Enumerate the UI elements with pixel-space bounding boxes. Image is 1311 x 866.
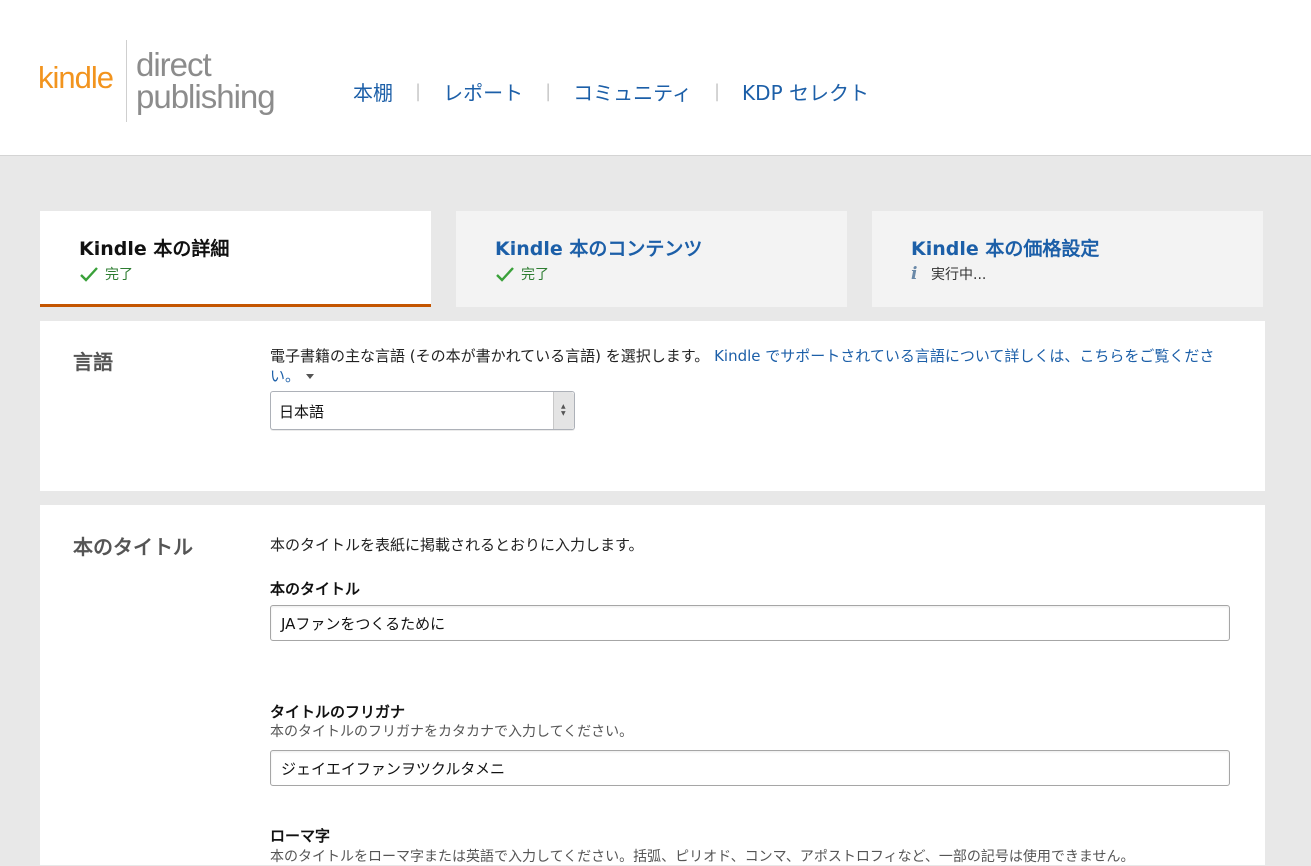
status-text: 実行中... — [931, 267, 987, 283]
logo-kindle-text: kindle — [38, 60, 114, 95]
furigana-hint: 本のタイトルのフリガナをカタカナで入力してください。 — [270, 724, 634, 740]
book-title-label: 本のタイトル — [270, 580, 361, 598]
select-arrows-icon: ▲ ▼ — [553, 392, 574, 429]
step-status: 完了 — [495, 264, 549, 284]
status-text: 完了 — [105, 267, 133, 283]
language-section: 言語 電子書籍の主な言語 (その本が書かれている言語) を選択します。 Kind… — [40, 321, 1265, 491]
language-description-text: 電子書籍の主な言語 (その本が書かれている言語) を選択します。 — [270, 347, 710, 365]
kdp-logo[interactable]: kindle direct publishing — [38, 40, 288, 122]
check-icon — [496, 267, 514, 282]
top-header: kindle direct publishing 本棚 | レポート | コミュ… — [0, 0, 1311, 156]
nav-separator: | — [545, 81, 552, 102]
language-description: 電子書籍の主な言語 (その本が書かれている言語) を選択します。 Kindle … — [270, 346, 1230, 386]
step-tab-details[interactable]: Kindle 本の詳細 完了 — [40, 211, 431, 307]
nav-separator: | — [415, 81, 422, 102]
step-title: Kindle 本の価格設定 — [911, 238, 1100, 260]
romaji-hint: 本のタイトルをローマ字または英語で入力してください。括弧、ピリオド、コンマ、アポ… — [270, 849, 1135, 865]
step-tab-pricing[interactable]: Kindle 本の価格設定 i 実行中... — [872, 211, 1263, 307]
caret-down-icon[interactable] — [306, 374, 315, 379]
book-title-section: 本のタイトル 本のタイトルを表紙に掲載されるとおりに入力します。 本のタイトル … — [40, 505, 1265, 865]
nav-separator: | — [713, 81, 721, 102]
furigana-input[interactable]: ジェイエイファンヲツクルタメニ — [270, 750, 1230, 786]
step-status: 完了 — [79, 264, 133, 284]
language-select[interactable]: 日本語 ▲ ▼ — [270, 391, 575, 430]
language-select-value: 日本語 — [279, 403, 325, 421]
nav-bookshelf[interactable]: 本棚 — [353, 77, 393, 106]
nav-kdp-select[interactable]: KDP セレクト — [742, 77, 869, 106]
title-description: 本のタイトルを表紙に掲載されるとおりに入力します。 — [270, 536, 644, 554]
furigana-label: タイトルのフリガナ — [270, 703, 406, 721]
step-title: Kindle 本のコンテンツ — [495, 238, 703, 260]
romaji-label: ローマ字 — [270, 827, 331, 845]
step-tab-content[interactable]: Kindle 本のコンテンツ 完了 — [456, 211, 847, 307]
logo-publishing-text: publishing — [136, 78, 276, 115]
logo-divider — [126, 40, 127, 122]
nav-reports[interactable]: レポート — [443, 77, 523, 106]
step-status: i 実行中... — [911, 264, 986, 284]
info-icon: i — [911, 264, 918, 284]
status-text: 完了 — [521, 267, 549, 283]
section-label: 言語 — [73, 350, 113, 374]
main-nav: 本棚 | レポート | コミュニティ | KDP セレクト — [353, 77, 869, 106]
section-label: 本のタイトル — [73, 535, 193, 559]
step-title: Kindle 本の詳細 — [79, 238, 230, 260]
book-title-input[interactable]: JAファンをつくるために — [270, 605, 1230, 641]
check-icon — [80, 267, 98, 282]
nav-community[interactable]: コミュニティ — [573, 77, 692, 106]
logo-direct-text: direct — [136, 46, 212, 83]
step-tabs: Kindle 本の詳細 完了 Kindle 本のコンテンツ 完了 Kindle … — [40, 211, 1263, 307]
